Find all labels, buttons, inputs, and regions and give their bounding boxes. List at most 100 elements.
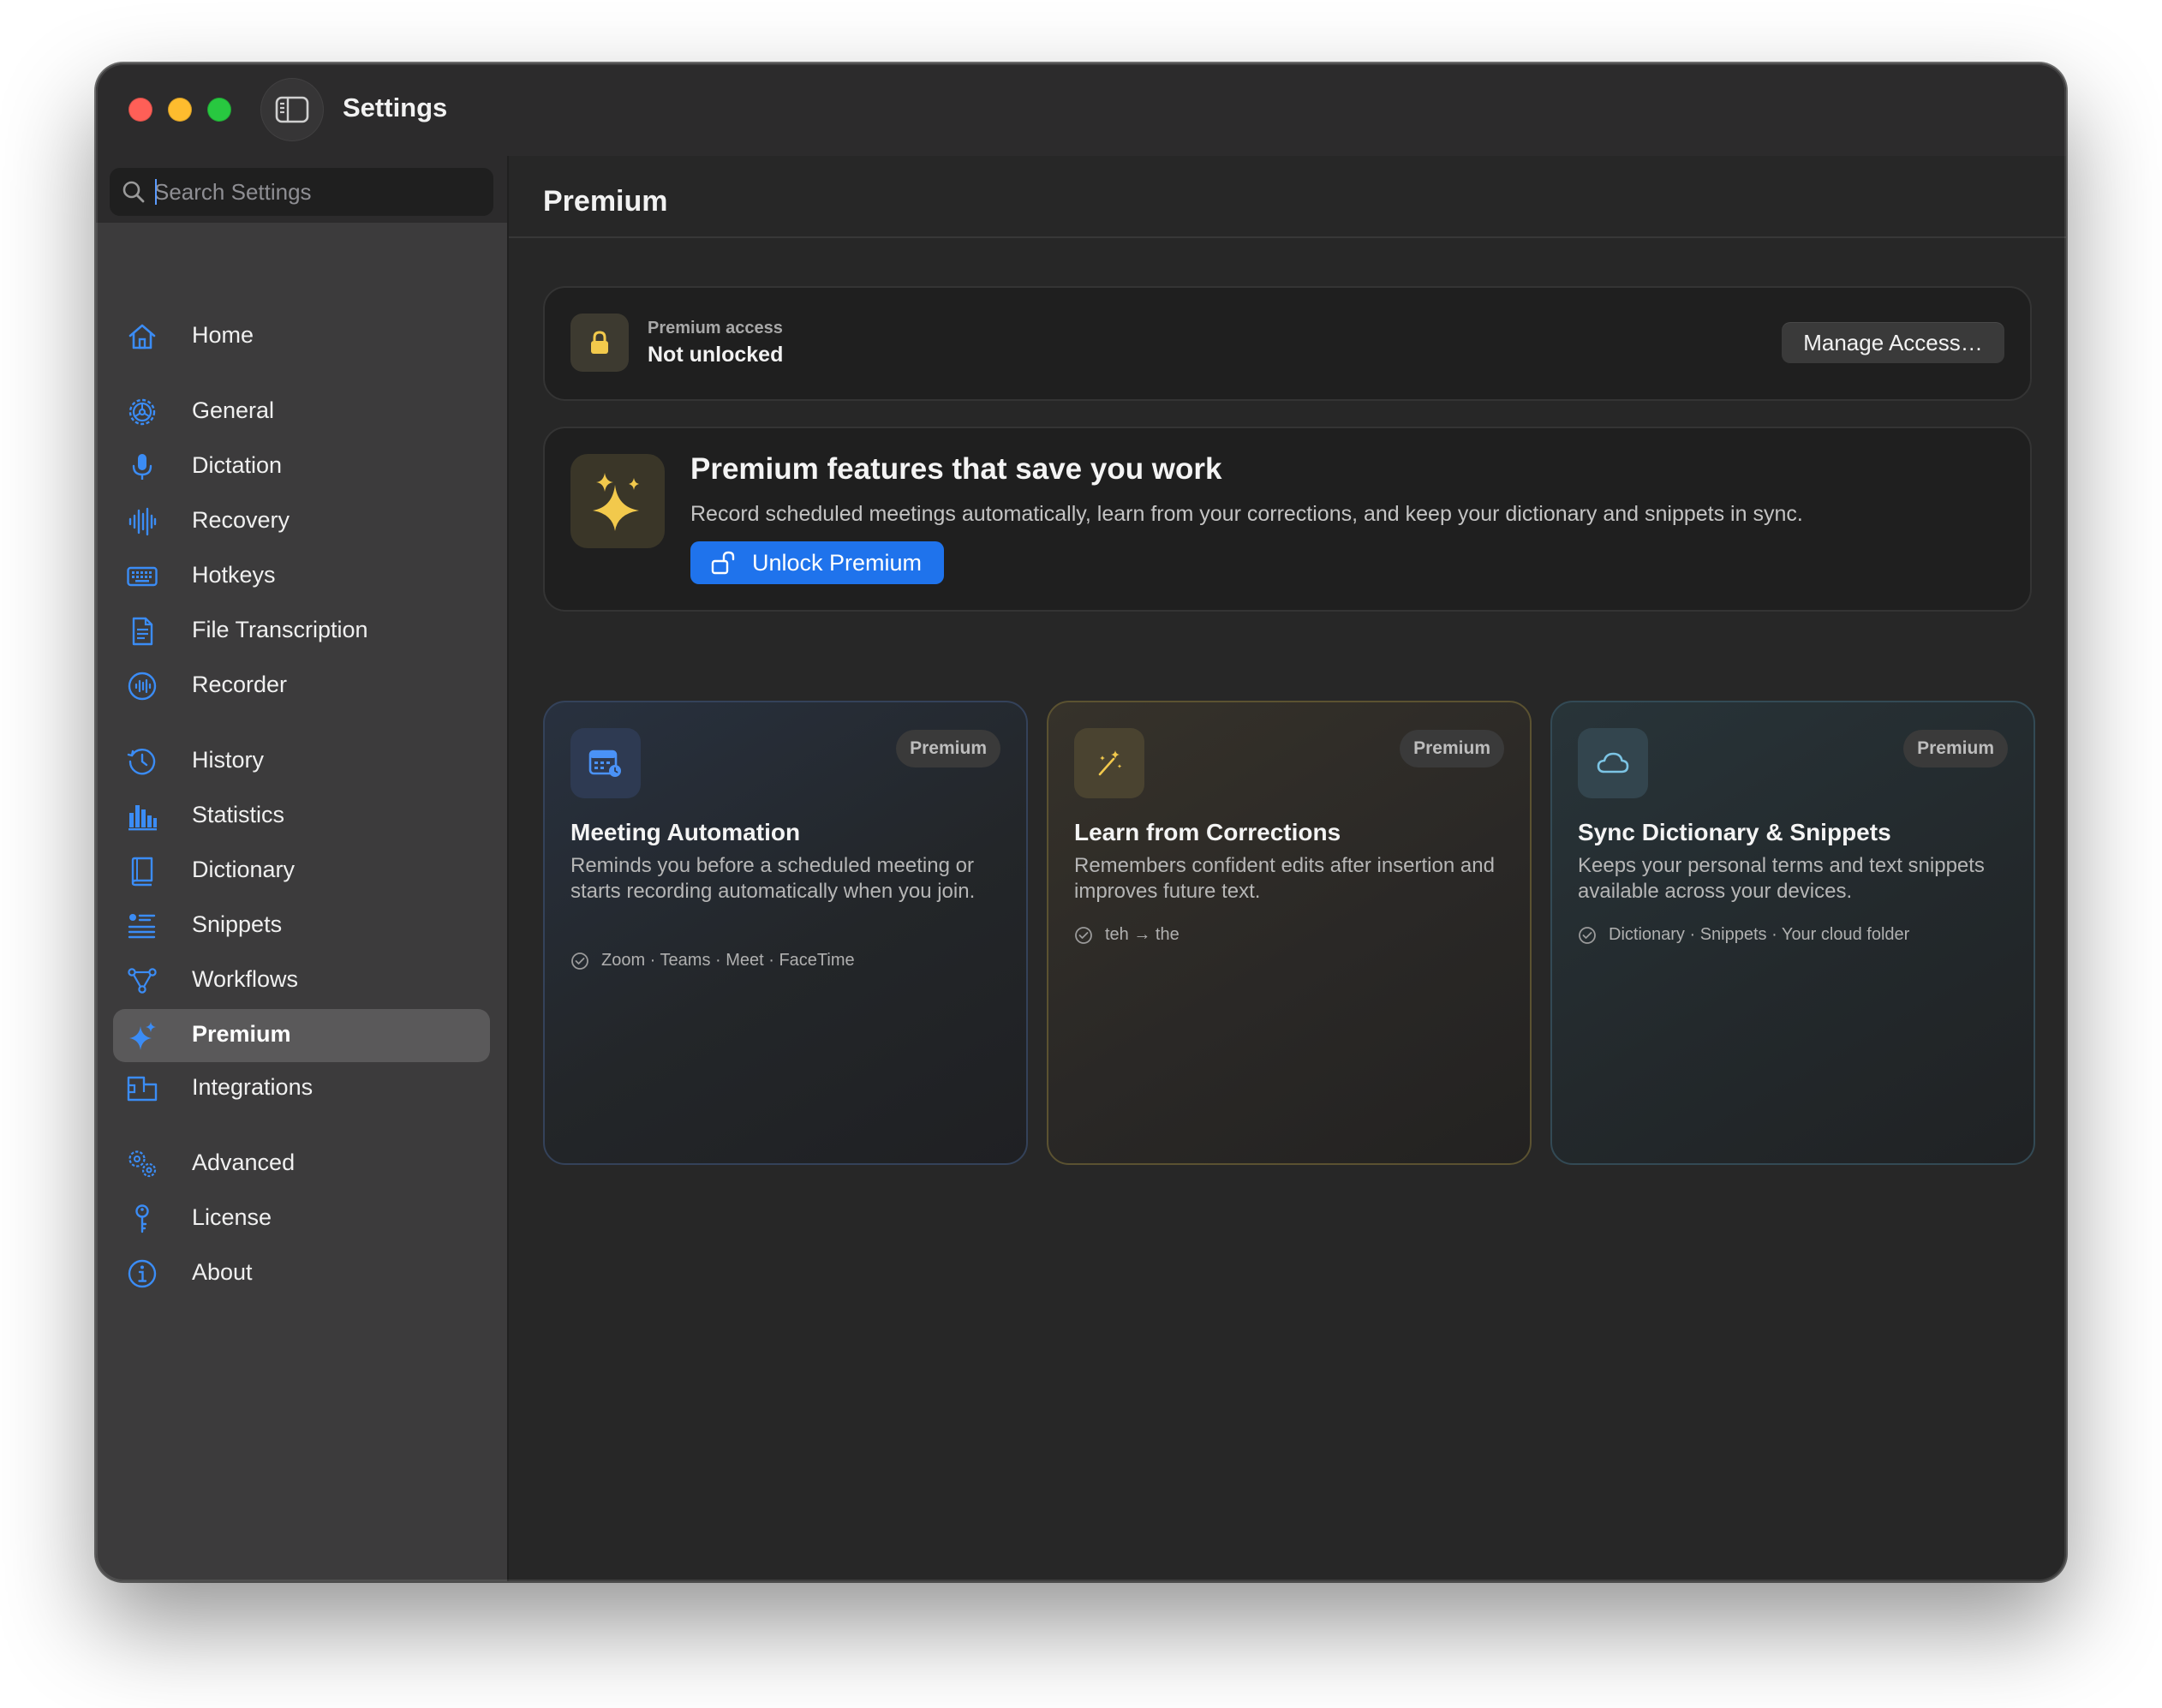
document-icon <box>132 617 153 646</box>
checkmark-circle-icon <box>571 953 588 970</box>
feature-meta-text: Zoom · Teams · Meet · FaceTime <box>601 951 855 970</box>
premium-badge: Premium <box>896 730 1000 767</box>
sidebar-item-workflows[interactable]: Workflows <box>113 954 490 1007</box>
content-header: Premium <box>509 156 2066 238</box>
feature-meta-text: Dictionary · Snippets · Your cloud folde… <box>1609 925 1910 944</box>
sidebar-toggle-icon <box>275 96 309 123</box>
sidebar-item-label: General <box>192 397 275 423</box>
workflow-nodes-icon <box>128 968 157 994</box>
sidebar-item-label: Workflows <box>192 966 299 992</box>
sidebar-item-label: File Transcription <box>192 617 368 642</box>
sidebar-item-label: Dictation <box>192 452 283 478</box>
hero-title: Premium features that save you work <box>690 452 1222 486</box>
sidebar-item-advanced[interactable]: Advanced <box>113 1138 490 1191</box>
feature-card-sync-dictionary-snippets: Premium Sync Dictionary & Snippets Keeps… <box>1550 701 2035 1165</box>
sidebar-item-label: Hotkeys <box>192 562 276 588</box>
minimize-window-button[interactable] <box>168 98 192 122</box>
sidebar-item-dictation[interactable]: Dictation <box>113 440 490 493</box>
key-icon <box>135 1204 149 1233</box>
sidebar-item-label: License <box>192 1204 272 1230</box>
cloud-icon <box>1597 752 1629 773</box>
unlocked-lock-icon <box>711 551 735 575</box>
sidebar-item-home[interactable]: Home <box>113 310 490 363</box>
calendar-icon <box>588 749 621 777</box>
sidebar-item-label: About <box>192 1259 253 1285</box>
sidebar-item-label: Snippets <box>192 911 283 937</box>
unlock-premium-label: Unlock Premium <box>752 550 923 576</box>
sparkle-icon <box>129 1022 156 1050</box>
text-caret <box>155 179 157 205</box>
waveform-icon <box>128 507 157 536</box>
premium-badge: Premium <box>1400 730 1504 767</box>
plug-icon <box>127 1076 158 1102</box>
sidebar: Home General Dictation <box>96 156 509 1581</box>
sidebar-item-dictionary[interactable]: Dictionary <box>113 845 490 898</box>
sidebar-item-statistics[interactable]: Statistics <box>113 790 490 843</box>
page-title: Premium <box>543 185 668 218</box>
title-bar: Settings <box>96 63 2066 156</box>
sidebar-item-recovery[interactable]: Recovery <box>113 495 490 548</box>
sidebar-item-label: Advanced <box>192 1150 296 1175</box>
settings-window: Settings Home <box>96 63 2066 1581</box>
feature-title: Meeting Automation <box>570 819 801 845</box>
manage-access-button[interactable]: Manage Access… <box>1782 322 2004 363</box>
feature-description: Keeps your personal terms and text snipp… <box>1578 854 1985 903</box>
sidebar-item-file-transcription[interactable]: File Transcription <box>113 605 490 658</box>
zoom-window-button[interactable] <box>207 98 231 122</box>
gear-icon <box>128 398 156 426</box>
sidebar-item-license[interactable]: License <box>113 1192 490 1245</box>
bar-chart-icon <box>128 805 157 831</box>
sidebar-item-label: Integrations <box>192 1074 314 1100</box>
premium-hero-card: Premium features that save you work Reco… <box>543 427 2032 612</box>
sidebar-item-integrations[interactable]: Integrations <box>113 1062 490 1115</box>
search-input[interactable] <box>154 168 480 216</box>
feature-title: Learn from Corrections <box>1074 819 1341 845</box>
info-icon <box>128 1259 157 1288</box>
sidebar-item-premium[interactable]: Premium <box>113 1009 490 1062</box>
feature-icon-tile <box>570 728 641 798</box>
sidebar-item-label: Dictionary <box>192 857 296 882</box>
sparkles-icon <box>593 473 639 531</box>
sidebar-item-history[interactable]: History <box>113 735 490 788</box>
sidebar-item-label: Recorder <box>192 672 288 697</box>
premium-access-status: Not unlocked <box>648 343 784 367</box>
clock-history-icon <box>127 749 156 775</box>
search-field[interactable] <box>110 168 493 216</box>
sidebar-item-hotkeys[interactable]: Hotkeys <box>113 550 490 603</box>
book-icon <box>131 857 153 887</box>
sidebar-item-label: Home <box>192 322 254 348</box>
feature-card-meeting-automation: Premium Meeting Automation Reminds you b… <box>543 701 1028 1165</box>
sidebar-item-about[interactable]: About <box>113 1247 490 1300</box>
sidebar-item-label: Recovery <box>192 507 290 533</box>
feature-card-learn-from-corrections: Premium Learn from Corrections Remembers… <box>1047 701 1532 1165</box>
feature-description: Reminds you before a scheduled meeting o… <box>570 854 976 903</box>
feature-title: Sync Dictionary & Snippets <box>1578 819 1891 845</box>
sidebar-item-label: Statistics <box>192 802 285 827</box>
feature-meta-text: teh → the <box>1105 925 1180 944</box>
premium-access-label: Premium access <box>648 319 783 337</box>
search-icon <box>122 181 145 203</box>
premium-badge: Premium <box>1903 730 2008 767</box>
lock-tile <box>570 314 629 372</box>
feature-icon-tile <box>1578 728 1648 798</box>
checkmark-circle-icon <box>1579 927 1596 944</box>
unlock-premium-button[interactable]: Unlock Premium <box>690 541 944 584</box>
checkmark-circle-icon <box>1075 927 1092 944</box>
gears-icon <box>128 1150 157 1178</box>
sidebar-item-label: History <box>192 747 265 773</box>
sidebar-item-snippets[interactable]: Snippets <box>113 899 490 953</box>
lock-icon <box>591 331 608 354</box>
sidebar-item-recorder[interactable]: Recorder <box>113 660 490 713</box>
sidebar-item-general[interactable]: General <box>113 385 490 439</box>
close-window-button[interactable] <box>128 98 152 122</box>
window-title: Settings <box>343 93 448 122</box>
sparkle-tile <box>570 454 665 548</box>
microphone-icon <box>132 454 152 480</box>
recorder-icon <box>128 672 157 701</box>
feature-icon-tile <box>1074 728 1144 798</box>
magic-wand-icon <box>1098 750 1122 776</box>
premium-access-card: Premium access Not unlocked Manage Acces… <box>543 286 2032 401</box>
feature-description: Remembers confident edits after insertio… <box>1074 854 1495 903</box>
keyboard-icon <box>127 566 158 587</box>
sidebar-toggle-button[interactable] <box>260 78 324 141</box>
